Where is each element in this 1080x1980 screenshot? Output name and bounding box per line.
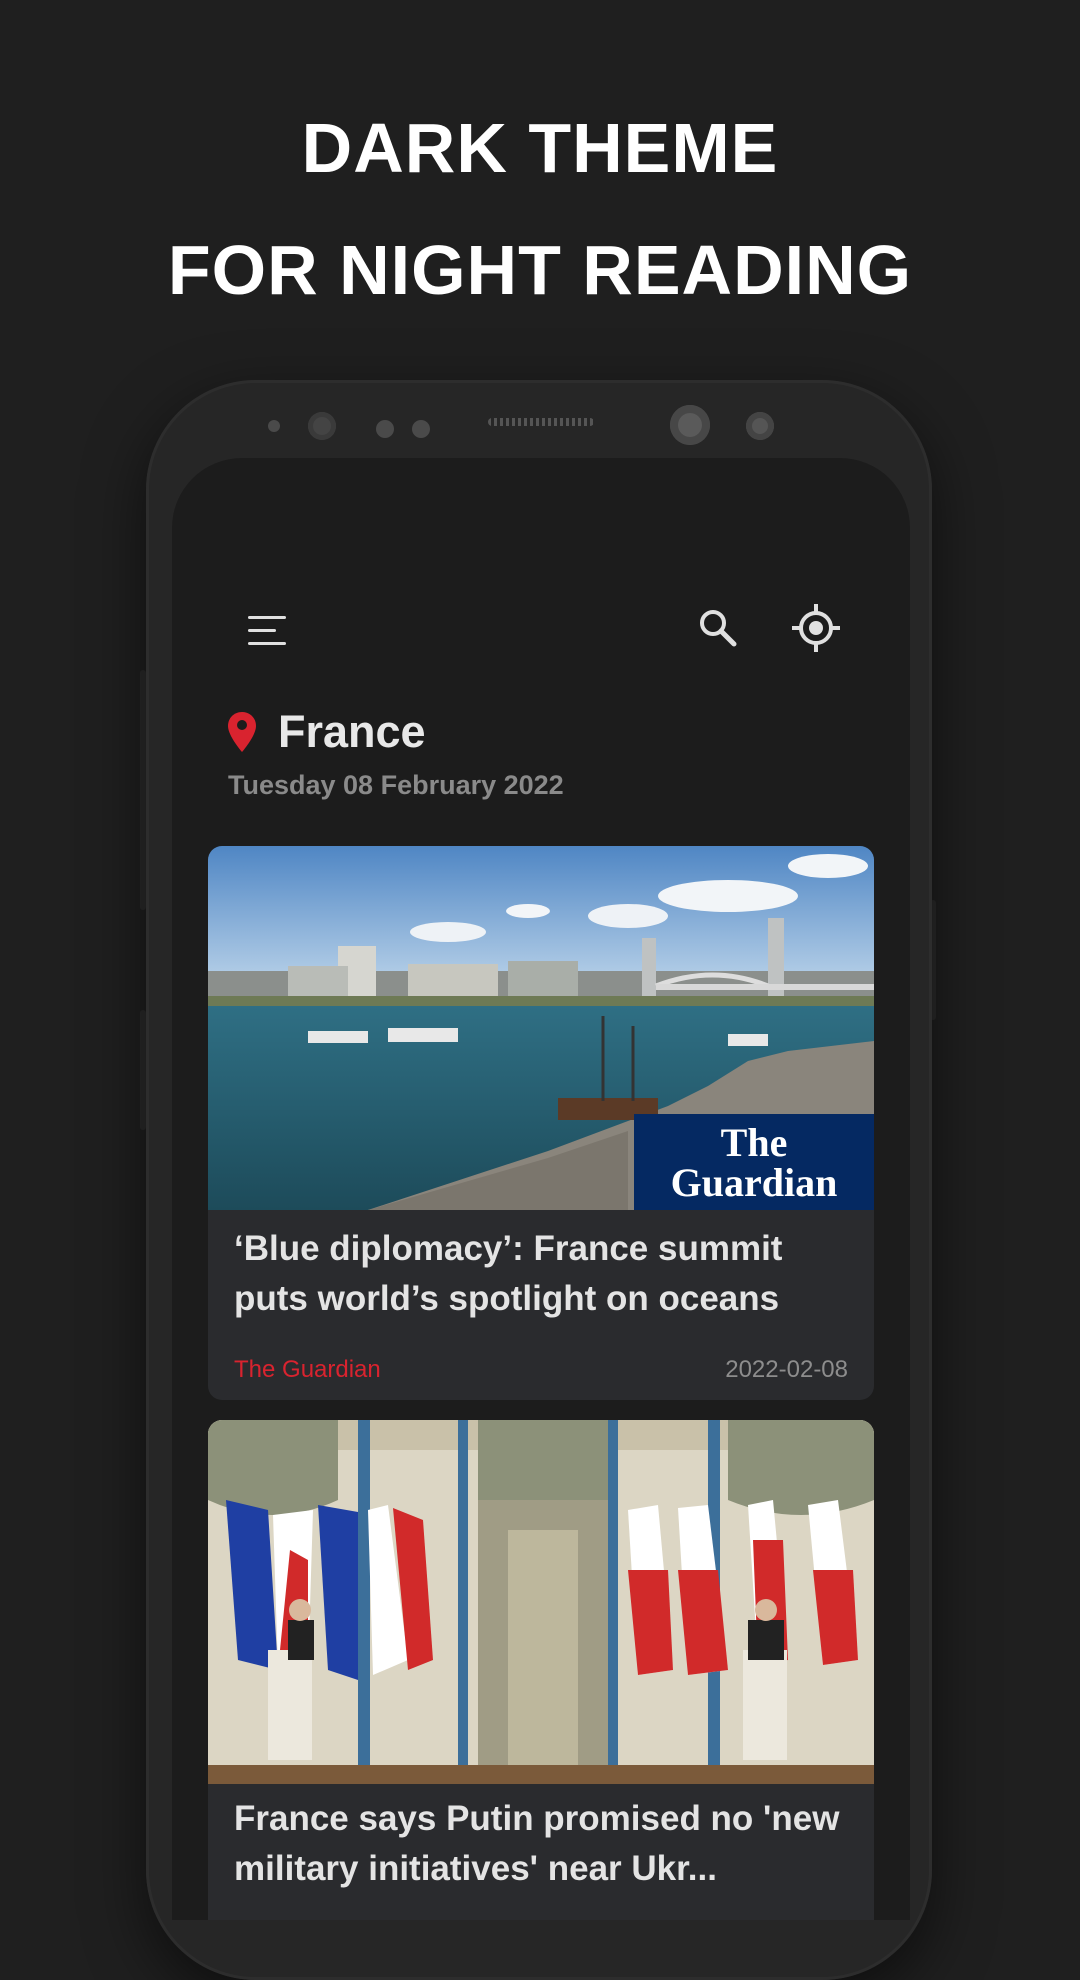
proximity-sensor (268, 420, 280, 432)
location-header: France (226, 704, 426, 760)
article-source: The Guardian (234, 1356, 381, 1383)
search-icon[interactable] (696, 606, 740, 650)
hamburger-menu-icon[interactable] (248, 616, 286, 646)
sensor-dot (376, 420, 394, 438)
app-screen: France Tuesday 08 February 2022 The Guar… (172, 458, 910, 1920)
article-title: ‘Blue diplomacy’: France summit puts wor… (234, 1229, 783, 1318)
promo-heading-line2: FOR NIGHT READING (167, 231, 913, 309)
article-card[interactable]: France says Putin promised no 'new milit… (208, 1420, 874, 1920)
promo-heading-line1: DARK THEME (301, 109, 779, 187)
svg-text:Guardian: Guardian (671, 1160, 838, 1205)
front-camera (670, 405, 710, 445)
iris-camera (308, 412, 336, 440)
article-date: 2022-02-08 (725, 1356, 848, 1383)
svg-text:The: The (721, 1120, 788, 1165)
iris-scanner (746, 412, 774, 440)
article-title: France says Putin promised no 'new milit… (234, 1799, 840, 1888)
sensor-dot (412, 420, 430, 438)
current-date: Tuesday 08 February 2022 (228, 770, 564, 800)
location-crosshair-icon[interactable] (790, 602, 842, 654)
location-name: France (278, 706, 426, 757)
article-image: The Guardian (208, 846, 874, 1210)
map-pin-icon (228, 712, 256, 752)
article-card[interactable]: The Guardian ‘Blue diplomacy’: France su… (208, 846, 874, 1400)
earpiece-speaker (488, 418, 594, 426)
article-image (208, 1420, 874, 1784)
